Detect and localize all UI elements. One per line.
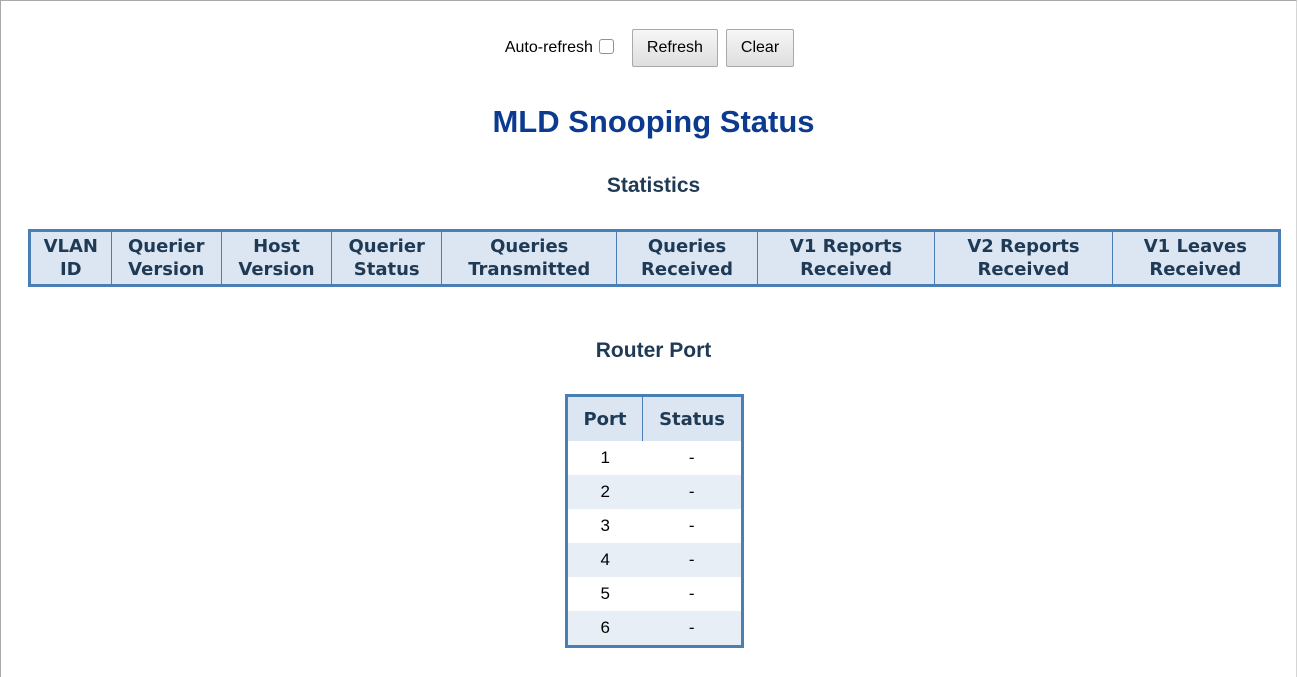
port-cell: 4	[566, 543, 643, 577]
refresh-button[interactable]: Refresh	[631, 29, 718, 67]
auto-refresh-label: Auto-refresh	[504, 39, 593, 56]
table-row: 3 -	[566, 509, 743, 543]
statistics-heading: Statistics	[606, 174, 701, 197]
table-row: 2 -	[566, 475, 743, 509]
statistics-table: VLAN ID Querier Version Host Version Que…	[28, 229, 1281, 287]
auto-refresh-checkbox[interactable]	[598, 38, 614, 54]
status-cell: -	[642, 441, 743, 475]
table-row: 4 -	[566, 543, 743, 577]
port-cell: 6	[566, 611, 643, 647]
router-port-header-row: Port Status	[566, 395, 743, 441]
col-v2-reports-received: V2 Reports Received	[934, 230, 1113, 286]
status-cell: -	[642, 543, 743, 577]
table-row: 1 -	[566, 441, 743, 475]
col-v1-leaves-received: V1 Leaves Received	[1111, 230, 1280, 286]
col-querier-status: Querier Status	[331, 230, 442, 286]
table-row: 6 -	[566, 611, 743, 647]
col-host-version: Host Version	[220, 230, 332, 286]
port-cell: 2	[566, 475, 643, 509]
port-cell: 5	[566, 577, 643, 611]
clear-button[interactable]: Clear	[725, 29, 795, 67]
status-cell: -	[642, 509, 743, 543]
status-cell: -	[642, 577, 743, 611]
col-queries-received: Queries Received	[616, 230, 758, 286]
col-vlan-id: VLAN ID	[29, 230, 112, 286]
col-port: Port	[566, 395, 643, 441]
router-port-table: Port Status 1 - 2 - 3 - 4 - 5 - 6 -	[565, 394, 744, 648]
port-cell: 1	[566, 441, 643, 475]
status-cell: -	[642, 475, 743, 509]
port-cell: 3	[566, 509, 643, 543]
page-title: MLD Snooping Status	[492, 104, 815, 139]
status-cell: -	[642, 611, 743, 647]
col-querier-version: Querier Version	[110, 230, 222, 286]
table-row: 5 -	[566, 577, 743, 611]
col-v1-reports-received: V1 Reports Received	[756, 230, 935, 286]
statistics-header-row: VLAN ID Querier Version Host Version Que…	[29, 230, 1280, 286]
col-queries-transmitted: Queries Transmitted	[441, 230, 617, 286]
col-status: Status	[642, 395, 743, 441]
toolbar: Auto-refresh Refresh Clear	[0, 29, 1297, 67]
router-port-heading: Router Port	[595, 339, 712, 362]
